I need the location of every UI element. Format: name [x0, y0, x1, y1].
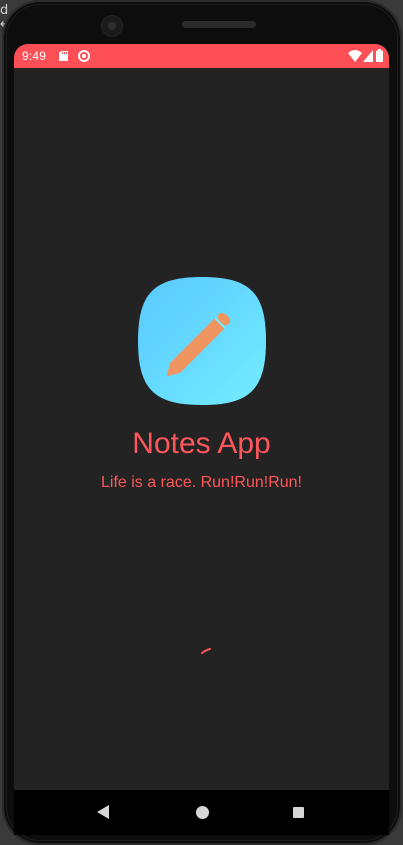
status-time: 9:49: [22, 49, 47, 63]
recents-icon[interactable]: [293, 807, 304, 818]
pencil-icon: [138, 277, 266, 405]
emulator-window: d ↔ 9:49: [0, 0, 403, 845]
loading-spinner: [201, 648, 211, 654]
app-tagline: Life is a race. Run!Run!Run!: [101, 474, 302, 491]
front-camera-icon: [102, 16, 122, 36]
signal-icon: [363, 50, 373, 62]
phone-screen: 9:49 Notes App Life is a race. Run!Run!R…: [14, 44, 389, 790]
status-bar: 9:49: [14, 44, 389, 68]
back-icon[interactable]: [96, 805, 110, 819]
earpiece-speaker: [182, 21, 256, 28]
sd-card-icon: [59, 51, 68, 61]
battery-icon: [376, 49, 383, 62]
navigation-bar: [14, 790, 389, 835]
app-title: Notes App: [132, 427, 271, 460]
edge-glyph: d: [0, 3, 9, 18]
wifi-icon: [348, 50, 362, 62]
data-saver-icon: [78, 50, 90, 62]
home-icon[interactable]: [196, 806, 209, 819]
